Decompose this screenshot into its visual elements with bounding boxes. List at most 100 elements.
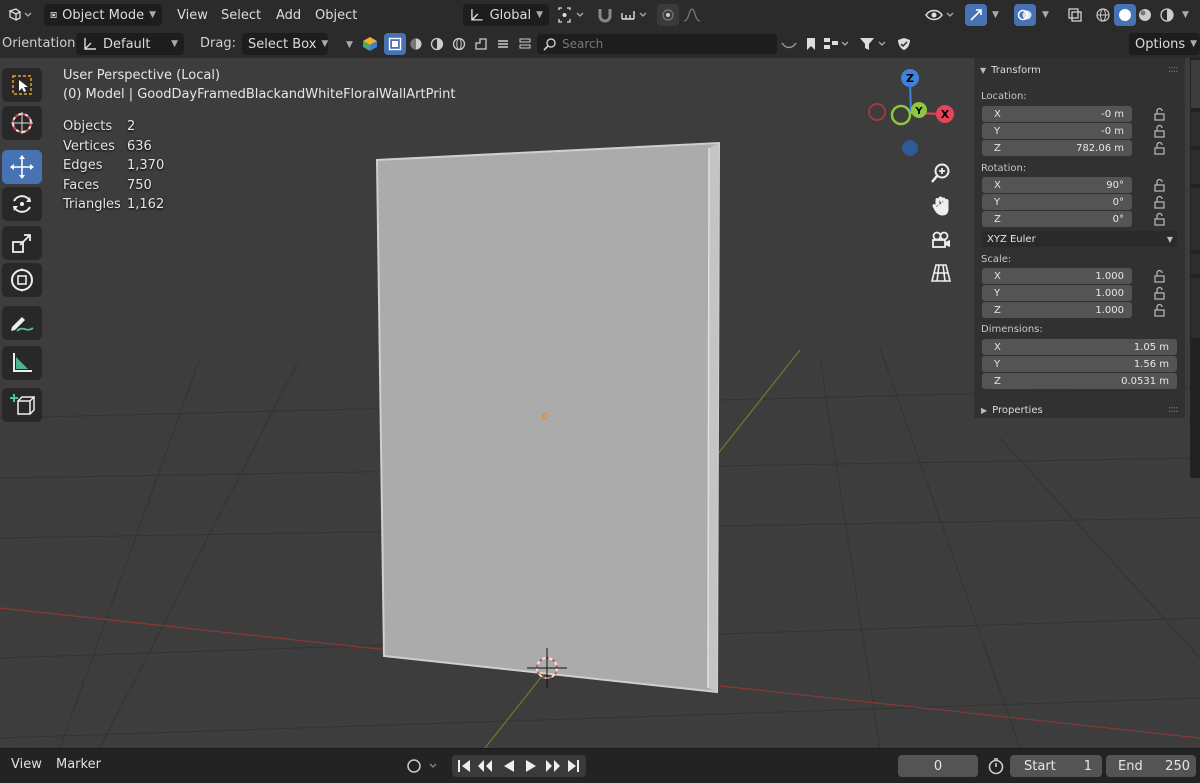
scale-y-field[interactable]: Y 1.000 [982,285,1132,301]
lock-icon[interactable] [1154,303,1165,317]
transform-tool[interactable] [2,263,42,297]
tab-animation[interactable] [1191,188,1200,250]
rotate-tool[interactable] [2,187,42,221]
snap-toggle[interactable] [594,4,616,26]
move-tool[interactable] [2,150,42,184]
dimensions-y-field[interactable]: Y 1.56 m [982,356,1177,372]
properties-header[interactable]: ▶ Properties [981,405,1043,416]
gizmo-toggle[interactable] [965,4,987,26]
jump-end-icon[interactable] [568,760,579,772]
annotate-tool[interactable] [2,306,42,340]
tab-view[interactable] [1191,150,1200,184]
drag-handle-icon[interactable]: :::: [1168,404,1179,415]
transform-orientation-dropdown[interactable]: Global ▼ [463,4,549,26]
location-z-field[interactable]: Z 782.06 m [982,140,1132,156]
cursor-tool[interactable] [2,106,42,140]
lock-icon[interactable] [1154,107,1165,121]
bookmark-button[interactable] [800,33,822,55]
selectable-filter-button[interactable] [359,33,381,55]
gizmo-neg-z[interactable] [902,140,918,156]
filter-camera[interactable] [492,33,514,55]
menu-view[interactable]: View [171,4,214,26]
dimensions-x-field[interactable]: X 1.05 m [982,339,1177,355]
mode-dropdown[interactable]: Object Mode ▼ [44,4,162,26]
chevron-down-icon[interactable]: ▼ [992,10,999,20]
dimensions-z-field[interactable]: Z 0.0531 m [982,373,1177,389]
transform-header[interactable]: ▼ Transform [980,65,1041,76]
scale-z-field[interactable]: Z 1.000 [982,302,1132,318]
drag-handle-icon[interactable]: :::: [1168,64,1179,75]
autokey-button[interactable] [403,755,441,777]
pan-button[interactable] [926,191,956,221]
rotation-y-field[interactable]: Y 0° [982,194,1132,210]
shading-wireframe[interactable] [1092,4,1114,26]
menu-object[interactable]: Object [309,4,363,26]
scale-tool[interactable] [2,226,42,260]
rotation-mode-dropdown[interactable]: XYZ Euler ▼ [982,231,1177,247]
lock-icon[interactable] [1154,178,1165,192]
shading-solid[interactable] [1114,4,1136,26]
filter-empty[interactable] [470,33,492,55]
visibility-dropdown[interactable] [923,4,959,26]
camera-view-button[interactable] [926,225,956,255]
select-box-tool[interactable] [2,68,42,102]
drag-dropdown[interactable]: Select Box ▼ [242,33,328,55]
tab-tool[interactable] [1191,112,1200,146]
timeline-marker-menu[interactable]: Marker [56,757,101,772]
lock-icon[interactable] [1154,195,1165,209]
orientation-dropdown[interactable]: Default ▼ [76,33,184,55]
menu-add[interactable]: Add [270,4,307,26]
play-reverse-icon[interactable] [504,760,514,772]
location-x-field[interactable]: X -0 m [982,106,1132,122]
options-dropdown[interactable]: Options ▼ [1129,33,1200,55]
shading-rendered[interactable] [1156,4,1178,26]
navigation-gizmo[interactable]: Y Z X [862,66,962,166]
search-field[interactable]: Search [537,34,777,54]
outliner-filter-button[interactable] [778,33,800,55]
editor-type-button[interactable] [4,4,36,26]
lock-icon[interactable] [1154,269,1165,283]
filter-mesh[interactable] [384,33,406,55]
chevron-down-icon[interactable]: ▼ [1182,10,1189,20]
filter-light[interactable] [426,33,448,55]
next-keyframe-icon[interactable] [546,760,560,772]
zoom-button[interactable] [926,158,956,188]
tab-addon[interactable] [1191,278,1200,338]
proportional-edit-toggle[interactable] [657,4,679,26]
start-frame-field[interactable]: Start 1 [1010,755,1102,777]
shading-material[interactable] [1134,4,1156,26]
scale-x-field[interactable]: X 1.000 [982,268,1132,284]
frame-object[interactable] [375,141,721,694]
lock-icon[interactable] [1154,212,1165,226]
snap-target-button[interactable] [618,4,652,26]
menu-select[interactable]: Select [215,4,267,26]
prev-keyframe-icon[interactable] [478,760,492,772]
play-icon[interactable] [526,760,536,772]
jump-start-icon[interactable] [458,760,470,772]
rotation-x-field[interactable]: X 90° [982,177,1132,193]
hierarchy-button[interactable] [822,33,852,55]
end-frame-field[interactable]: End 250 [1106,755,1196,777]
pivot-point-button[interactable] [555,4,589,26]
xray-toggle[interactable] [1064,4,1086,26]
filter-curve[interactable] [405,33,427,55]
current-frame-field[interactable]: 0 [898,755,978,777]
rotation-z-field[interactable]: Z 0° [982,211,1132,227]
measure-tool[interactable] [2,346,42,380]
add-cube-tool[interactable] [2,388,42,422]
chevron-down-icon[interactable]: ▼ [1042,10,1049,20]
lock-icon[interactable] [1154,124,1165,138]
restrict-button[interactable] [893,33,915,55]
overlays-toggle[interactable] [1014,4,1036,26]
tab-vr[interactable] [1191,254,1200,274]
falloff-button[interactable] [681,4,703,26]
filter-world[interactable] [448,33,470,55]
lock-icon[interactable] [1154,286,1165,300]
gizmo-neg-x[interactable] [868,103,886,121]
location-y-field[interactable]: Y -0 m [982,123,1132,139]
timeline-view-menu[interactable]: View [11,757,42,772]
preview-range-toggle[interactable] [985,755,1007,777]
lock-icon[interactable] [1154,141,1165,155]
gizmo-neg-y[interactable] [890,104,912,126]
filter-other[interactable] [514,33,536,55]
